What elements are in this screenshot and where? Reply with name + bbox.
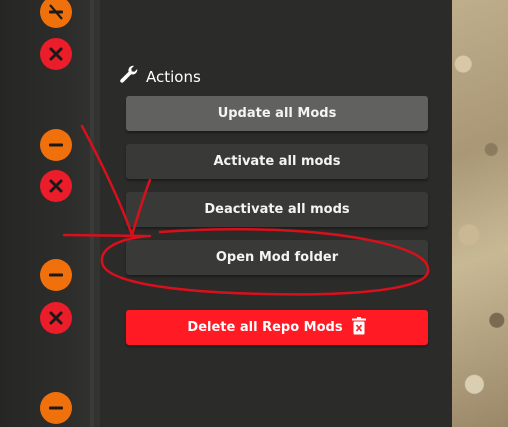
- update-all-mods-button[interactable]: Update all Mods: [126, 96, 428, 131]
- delete-all-repo-mods-label: Delete all Repo Mods: [187, 320, 343, 335]
- actions-heading: Actions: [118, 64, 201, 90]
- delete-all-repo-mods-button[interactable]: Delete all Repo Mods: [126, 310, 428, 345]
- minus-icon[interactable]: [40, 129, 72, 161]
- remove-icon[interactable]: [40, 170, 72, 202]
- open-mod-folder-label: Open Mod folder: [215, 250, 339, 265]
- background-scenery: [452, 0, 508, 427]
- activate-all-mods-button[interactable]: Activate all mods: [126, 144, 428, 179]
- trash-icon: [351, 316, 367, 339]
- disabled-icon[interactable]: [40, 0, 72, 28]
- remove-icon[interactable]: [40, 302, 72, 334]
- remove-icon[interactable]: [40, 38, 72, 70]
- activate-all-mods-label: Activate all mods: [213, 154, 341, 169]
- minus-icon[interactable]: [40, 259, 72, 291]
- deactivate-all-mods-button[interactable]: Deactivate all mods: [126, 192, 428, 227]
- wrench-icon: [118, 64, 140, 90]
- update-all-mods-label: Update all Mods: [217, 106, 337, 121]
- mod-list-strip: [0, 0, 100, 427]
- minus-icon[interactable]: [40, 392, 72, 424]
- deactivate-all-mods-label: Deactivate all mods: [204, 202, 350, 217]
- open-mod-folder-button[interactable]: Open Mod folder: [126, 240, 428, 275]
- actions-heading-label: Actions: [146, 68, 201, 86]
